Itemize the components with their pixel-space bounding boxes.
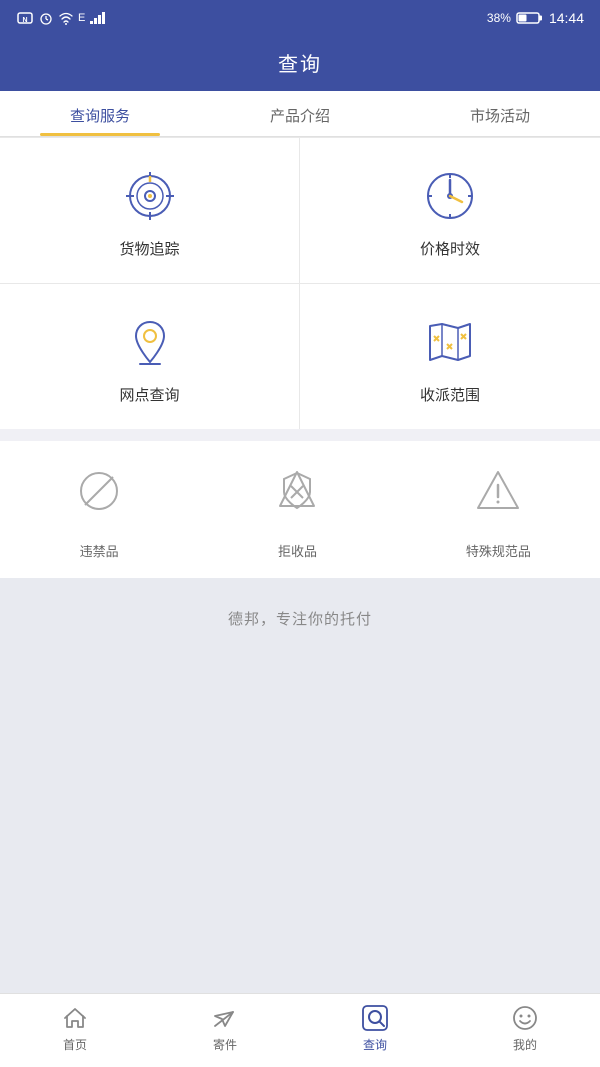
- nfc-icon: N: [16, 11, 34, 25]
- bottom-nav: 首页 寄件 查询 我的: [0, 993, 600, 1067]
- grid-item-outlet-query[interactable]: 网点查询: [0, 284, 300, 429]
- location-icon: [120, 312, 180, 372]
- nav-mine-label: 我的: [513, 1036, 537, 1053]
- grid-item-cargo-tracking[interactable]: 货物追踪: [0, 138, 300, 284]
- warning-icon: [468, 461, 528, 521]
- bottom-item-special-norm[interactable]: 特殊规范品: [466, 461, 531, 560]
- tab-product-intro[interactable]: 产品介绍: [200, 91, 400, 136]
- send-icon: [211, 1004, 239, 1032]
- slogan-text: 德邦，专注你的托付: [228, 608, 372, 629]
- tab-query-service[interactable]: 查询服务: [0, 91, 200, 136]
- tab-bar: 查询服务 产品介绍 市场活动: [0, 91, 600, 137]
- outlet-query-label: 网点查询: [119, 384, 179, 405]
- alarm-icon: [38, 11, 54, 25]
- signal-icon: [89, 11, 109, 25]
- network-type: E: [78, 12, 85, 24]
- time: 14:44: [549, 10, 584, 26]
- app-header: 查询: [0, 36, 600, 91]
- grid-item-price-timeliness[interactable]: 价格时效: [300, 138, 600, 284]
- rejected-label: 拒收品: [278, 541, 317, 560]
- prohibited-label: 违禁品: [80, 541, 119, 560]
- status-bar-right: 38% 14:44: [487, 10, 584, 26]
- tab-market-activity[interactable]: 市场活动: [400, 91, 600, 136]
- nav-item-query[interactable]: 查询: [345, 1004, 405, 1053]
- bottom-items-row: 违禁品 拒收品 特殊规范品: [0, 441, 600, 578]
- wifi-icon: [58, 11, 74, 25]
- service-grid: 货物追踪 价格时效: [0, 137, 600, 429]
- slogan-section: 德邦，专注你的托付: [0, 578, 600, 993]
- nav-item-home[interactable]: 首页: [45, 1004, 105, 1053]
- target-icon: [120, 166, 180, 226]
- nav-item-mine[interactable]: 我的: [495, 1004, 555, 1053]
- status-bar: N E 38% 14:44: [0, 0, 600, 36]
- search-icon: [361, 1004, 389, 1032]
- grid-item-delivery-range[interactable]: 收派范围: [300, 284, 600, 429]
- svg-text:N: N: [22, 17, 27, 24]
- nav-query-label: 查询: [363, 1036, 387, 1053]
- battery-icon: [517, 11, 543, 25]
- rejected-icon: [267, 461, 327, 521]
- bottom-item-rejected[interactable]: 拒收品: [267, 461, 327, 560]
- special-norm-label: 特殊规范品: [466, 541, 531, 560]
- home-icon: [61, 1004, 89, 1032]
- status-bar-left: N E: [16, 11, 109, 25]
- smile-icon: [511, 1004, 539, 1032]
- nav-item-shipping[interactable]: 寄件: [195, 1004, 255, 1053]
- nav-shipping-label: 寄件: [213, 1036, 237, 1053]
- delivery-range-label: 收派范围: [420, 384, 480, 405]
- page-title: 查询: [278, 54, 322, 76]
- prohibited-icon: [69, 461, 129, 521]
- nav-home-label: 首页: [63, 1036, 87, 1053]
- price-timeliness-label: 价格时效: [420, 238, 480, 259]
- clock-icon: [420, 166, 480, 226]
- cargo-tracking-label: 货物追踪: [119, 238, 179, 259]
- bottom-item-prohibited[interactable]: 违禁品: [69, 461, 129, 560]
- battery-percent: 38%: [487, 11, 511, 25]
- map-icon: [420, 312, 480, 372]
